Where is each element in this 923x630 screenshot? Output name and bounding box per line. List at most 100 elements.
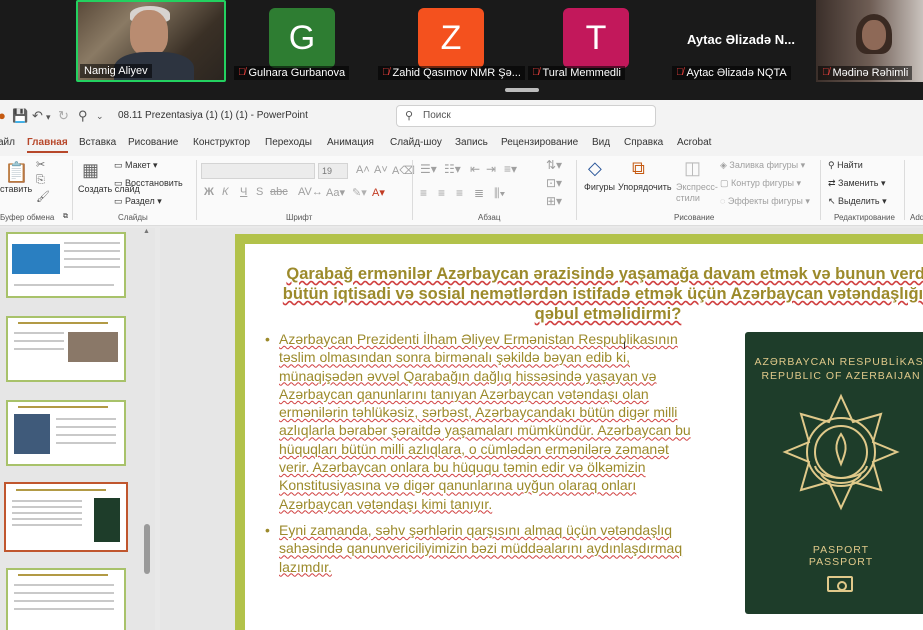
copy-icon[interactable]: ⎘: [36, 174, 45, 187]
grow-font-icon[interactable]: A˄: [356, 164, 370, 176]
align-left-icon[interactable]: ≡: [420, 186, 427, 200]
tab-animations[interactable]: Анимация: [327, 137, 374, 148]
scroll-up-icon[interactable]: ▲: [143, 228, 150, 235]
participant-tile-aytac[interactable]: Aytac Əlizadə N... 🎙̸ Aytac Əlizadə NQTA: [670, 0, 812, 82]
tab-file[interactable]: айл: [0, 137, 15, 148]
increase-indent-icon[interactable]: ⇥: [486, 162, 496, 176]
slide-thumbnail[interactable]: [6, 400, 126, 466]
customize-toolbar-icon[interactable]: ⌄: [96, 111, 104, 122]
shape-outline-button[interactable]: ▢ Контур фигуры ▾: [720, 178, 801, 189]
shapes-icon[interactable]: ◇: [588, 158, 602, 179]
char-spacing-icon[interactable]: AV↔: [298, 186, 323, 198]
change-case-icon[interactable]: Aa▾: [326, 186, 345, 199]
underline-icon[interactable]: Ч: [240, 186, 247, 198]
justify-icon[interactable]: ≣: [474, 186, 484, 200]
mic-off-icon: 🎙̸: [822, 67, 830, 78]
format-painter-icon[interactable]: 🖌: [36, 190, 50, 203]
participant-tile-gulnara[interactable]: G 🎙̸ Gulnara Gurbanova: [232, 0, 372, 82]
autosave-icon[interactable]: ●: [0, 108, 6, 123]
save-icon[interactable]: 💾: [12, 108, 28, 124]
line-spacing-icon[interactable]: ≡▾: [504, 162, 517, 176]
paste-icon[interactable]: 📋: [4, 160, 29, 185]
cut-icon[interactable]: ✂: [36, 158, 45, 171]
tab-draw[interactable]: Рисование: [128, 137, 178, 148]
search-input[interactable]: ⚲ Поиск: [396, 105, 656, 127]
participant-tile-tural[interactable]: T 🎙̸ Tural Memmedli: [526, 0, 666, 82]
find-button[interactable]: ⚲ Найти: [828, 160, 863, 171]
strip-collapse-handle[interactable]: [505, 88, 539, 92]
tab-transitions[interactable]: Переходы: [265, 137, 312, 148]
tab-view[interactable]: Вид: [592, 137, 610, 148]
quick-styles-button[interactable]: Экспресс-стили: [676, 182, 718, 204]
align-right-icon[interactable]: ≡: [456, 186, 463, 200]
shape-effects-button[interactable]: ◌ Эффекты фигуры ▾: [720, 196, 810, 207]
align-center-icon[interactable]: ≡: [438, 186, 445, 200]
clipboard-expand-icon[interactable]: ⧉: [63, 213, 68, 221]
text-direction-icon[interactable]: ⇅▾: [546, 158, 562, 172]
tab-record[interactable]: Запись: [455, 137, 488, 148]
slide-thumbnail[interactable]: [6, 316, 126, 382]
tab-insert[interactable]: Вставка: [79, 137, 116, 148]
shrink-font-icon[interactable]: A˅: [374, 164, 388, 176]
font-size-field[interactable]: 19: [318, 163, 348, 179]
bullet-item: Azərbaycan Prezidenti İlham Əliyev Ermən…: [265, 330, 695, 513]
participant-tile-medine[interactable]: 🎙̸ Mədinə Rəhimli: [816, 0, 923, 82]
mic-off-icon: 🎙̸: [238, 67, 246, 78]
tab-acrobat[interactable]: Acrobat: [677, 137, 711, 148]
tab-slideshow[interactable]: Слайд-шоу: [390, 137, 442, 148]
italic-icon[interactable]: К: [222, 186, 228, 198]
numbering-icon[interactable]: ☷▾: [444, 162, 461, 176]
document-title: 08.11 Prezentasiya (1) (1) (1) - PowerPo…: [118, 110, 308, 121]
layout-button[interactable]: ▭ Макет ▾: [114, 160, 158, 171]
shape-fill-button[interactable]: ◈ Заливка фигуры ▾: [720, 160, 805, 171]
group-editing-label: Редактирование: [834, 213, 895, 222]
select-button[interactable]: ↖ Выделить ▾: [828, 196, 887, 207]
shapes-button[interactable]: Фигуры: [584, 182, 615, 192]
tab-help[interactable]: Справка: [624, 137, 663, 148]
strikethrough-icon[interactable]: abc: [270, 186, 288, 198]
tab-review[interactable]: Рецензирование: [501, 137, 578, 148]
new-slide-icon[interactable]: ▦: [82, 160, 99, 181]
arrange-button[interactable]: Упорядочить: [618, 182, 672, 192]
replace-button[interactable]: ⇄ Заменить ▾: [828, 178, 886, 189]
redo-icon[interactable]: ↻: [58, 108, 69, 124]
present-icon[interactable]: ⚲: [78, 108, 88, 124]
tab-home[interactable]: Главная: [27, 137, 68, 153]
highlight-icon[interactable]: ✎▾: [352, 186, 367, 199]
current-slide[interactable]: Qarabağ ermənilər Azərbaycan ərazisində …: [235, 234, 923, 630]
section-button[interactable]: ▭ Раздел ▾: [114, 196, 162, 207]
participant-tile-zahid[interactable]: Z 🎙̸ Zahid Qasımov NMR Şə...: [376, 0, 526, 82]
tab-design[interactable]: Конструктор: [193, 137, 250, 148]
mic-off-icon: 🎙̸: [676, 67, 684, 78]
quick-styles-icon[interactable]: ◫: [684, 158, 701, 179]
search-icon: ⚲: [405, 110, 414, 122]
avatar: T: [563, 8, 629, 68]
undo-icon[interactable]: ↶: [32, 108, 43, 124]
passport-label-az: PASPORT: [812, 544, 870, 556]
slide-editor: Qarabağ ermənilər Azərbaycan ərazisində …: [160, 228, 923, 630]
slide-thumbnail[interactable]: [6, 568, 126, 630]
mic-off-icon: 🎙̸: [532, 67, 540, 78]
align-text-icon[interactable]: ⊡▾: [546, 176, 562, 190]
slide-title[interactable]: Qarabağ ermənilər Azərbaycan ərazisində …: [263, 264, 923, 324]
participant-name: 🎙̸ Mədinə Rəhimli: [818, 66, 913, 80]
bullets-icon[interactable]: ☰▾: [420, 162, 437, 176]
columns-icon[interactable]: ⫼▾: [494, 186, 505, 201]
reset-button[interactable]: ▭ Восстановить: [114, 178, 183, 189]
font-name-field[interactable]: [201, 163, 315, 179]
arrange-icon[interactable]: ⧉: [632, 158, 645, 179]
slide-thumbnail[interactable]: [6, 232, 126, 298]
participant-tile-namig[interactable]: Namig Aliyev: [76, 0, 226, 82]
undo-dropdown-icon[interactable]: ▾: [46, 112, 51, 123]
paste-button[interactable]: ставить: [0, 184, 32, 194]
bullet-item: Eyni zamanda, səhv şərhlərin qarşısını a…: [265, 521, 695, 576]
slide-thumbnail-current[interactable]: [4, 482, 128, 552]
shadow-icon[interactable]: S: [256, 186, 263, 198]
slide-body[interactable]: Azərbaycan Prezidenti İlham Əliyev Ermən…: [265, 330, 695, 584]
bold-icon[interactable]: Ж: [204, 186, 214, 198]
smartart-icon[interactable]: ⊞▾: [546, 194, 562, 208]
thumbnail-scroll-thumb[interactable]: [144, 524, 150, 574]
participant-name: 🎙̸ Tural Memmedli: [528, 66, 625, 80]
decrease-indent-icon[interactable]: ⇤: [470, 162, 480, 176]
font-color-icon[interactable]: A▾: [372, 186, 385, 199]
